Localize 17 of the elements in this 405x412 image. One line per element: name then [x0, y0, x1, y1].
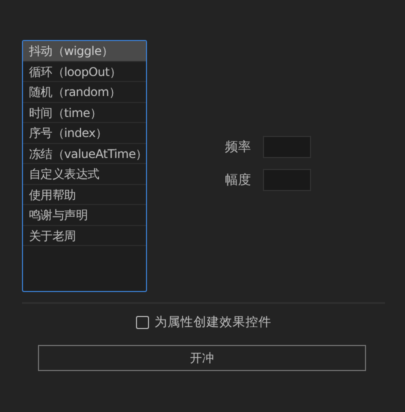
list-item[interactable]: 使用帮助: [23, 184, 146, 205]
list-item[interactable]: 抖动（wiggle）: [23, 41, 146, 62]
list-item[interactable]: 冻结（valueAtTime）: [23, 144, 146, 164]
list-item[interactable]: 循环（loopOut）: [23, 62, 146, 82]
field-label: 频率: [225, 139, 251, 156]
input-field[interactable]: [263, 136, 311, 158]
list-item[interactable]: 随机（random）: [23, 82, 146, 102]
start-button[interactable]: 开冲: [38, 345, 366, 371]
list-item[interactable]: 鸣谢与声明: [23, 205, 146, 226]
list-item[interactable]: 自定义表达式: [23, 164, 146, 184]
list-item[interactable]: 关于老周: [23, 226, 146, 246]
checkbox[interactable]: [136, 316, 148, 329]
list-item[interactable]: 时间（time）: [23, 102, 146, 123]
input-field[interactable]: [263, 169, 311, 191]
checkbox-label[interactable]: 为属性创建效果控件: [154, 314, 272, 331]
list-item[interactable]: 序号（index）: [23, 123, 146, 144]
field-label: 幅度: [225, 172, 251, 189]
